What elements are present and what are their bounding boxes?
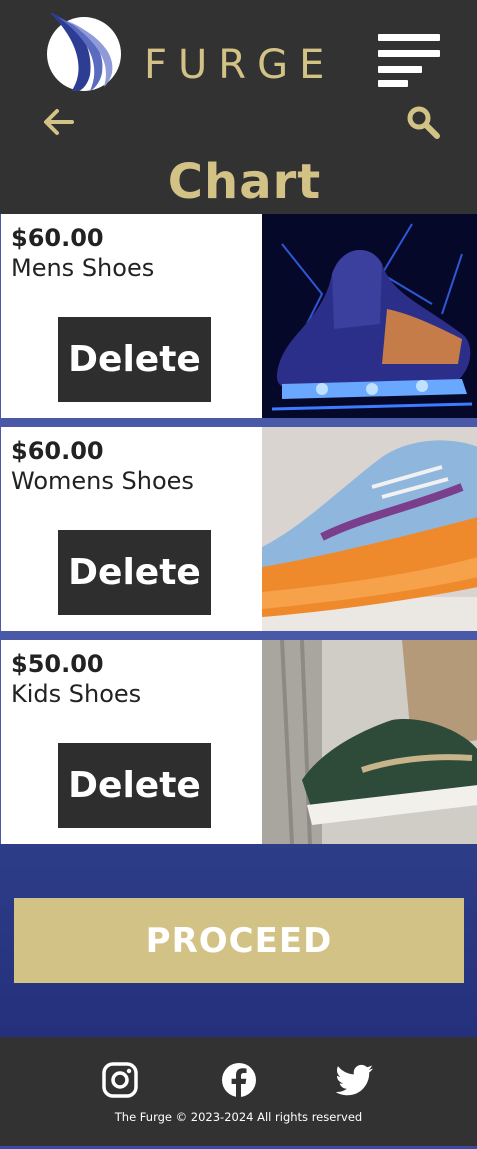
item-divider [0,631,477,640]
site-footer: The Furge © 2023-2024 All rights reserve… [0,1037,477,1149]
arrow-left-icon[interactable] [40,103,78,141]
brand-name: FURGE [144,42,336,88]
instagram-icon[interactable] [100,1060,140,1100]
copyright-text: The Furge © 2023-2024 All rights reserve… [114,1110,363,1124]
hamburger-menu-icon[interactable] [376,32,442,90]
delete-button[interactable]: Delete [58,743,211,828]
womens-sneaker-image [262,427,477,631]
item-price: $60.00 [11,437,104,465]
item-name: Kids Shoes [11,680,142,708]
twitter-icon[interactable] [335,1060,375,1100]
checkout-section: PROCEED [0,844,477,1037]
cart-item: $60.00 Mens Shoes Delete [0,214,477,418]
facebook-icon[interactable] [219,1060,259,1100]
cart-item: $50.00 Kids Shoes Delete [0,640,477,844]
item-name: Mens Shoes [11,254,155,282]
kids-sneaker-image [262,640,477,844]
item-name: Womens Shoes [11,467,194,495]
mens-sneaker-image [262,214,477,418]
item-divider [0,418,477,427]
delete-button[interactable]: Delete [58,317,211,402]
delete-button[interactable]: Delete [58,530,211,615]
cart-item: $60.00 Womens Shoes Delete [0,427,477,631]
site-header: FURGE Chart [0,0,477,214]
proceed-button[interactable]: PROCEED [14,898,464,983]
search-icon[interactable] [404,103,442,141]
cart-list: $60.00 Mens Shoes Delete $60.00 Womens S… [0,214,477,844]
item-price: $50.00 [11,650,104,678]
page-title: Chart [167,154,322,210]
furge-logo[interactable] [46,13,122,91]
item-price: $60.00 [11,224,104,252]
